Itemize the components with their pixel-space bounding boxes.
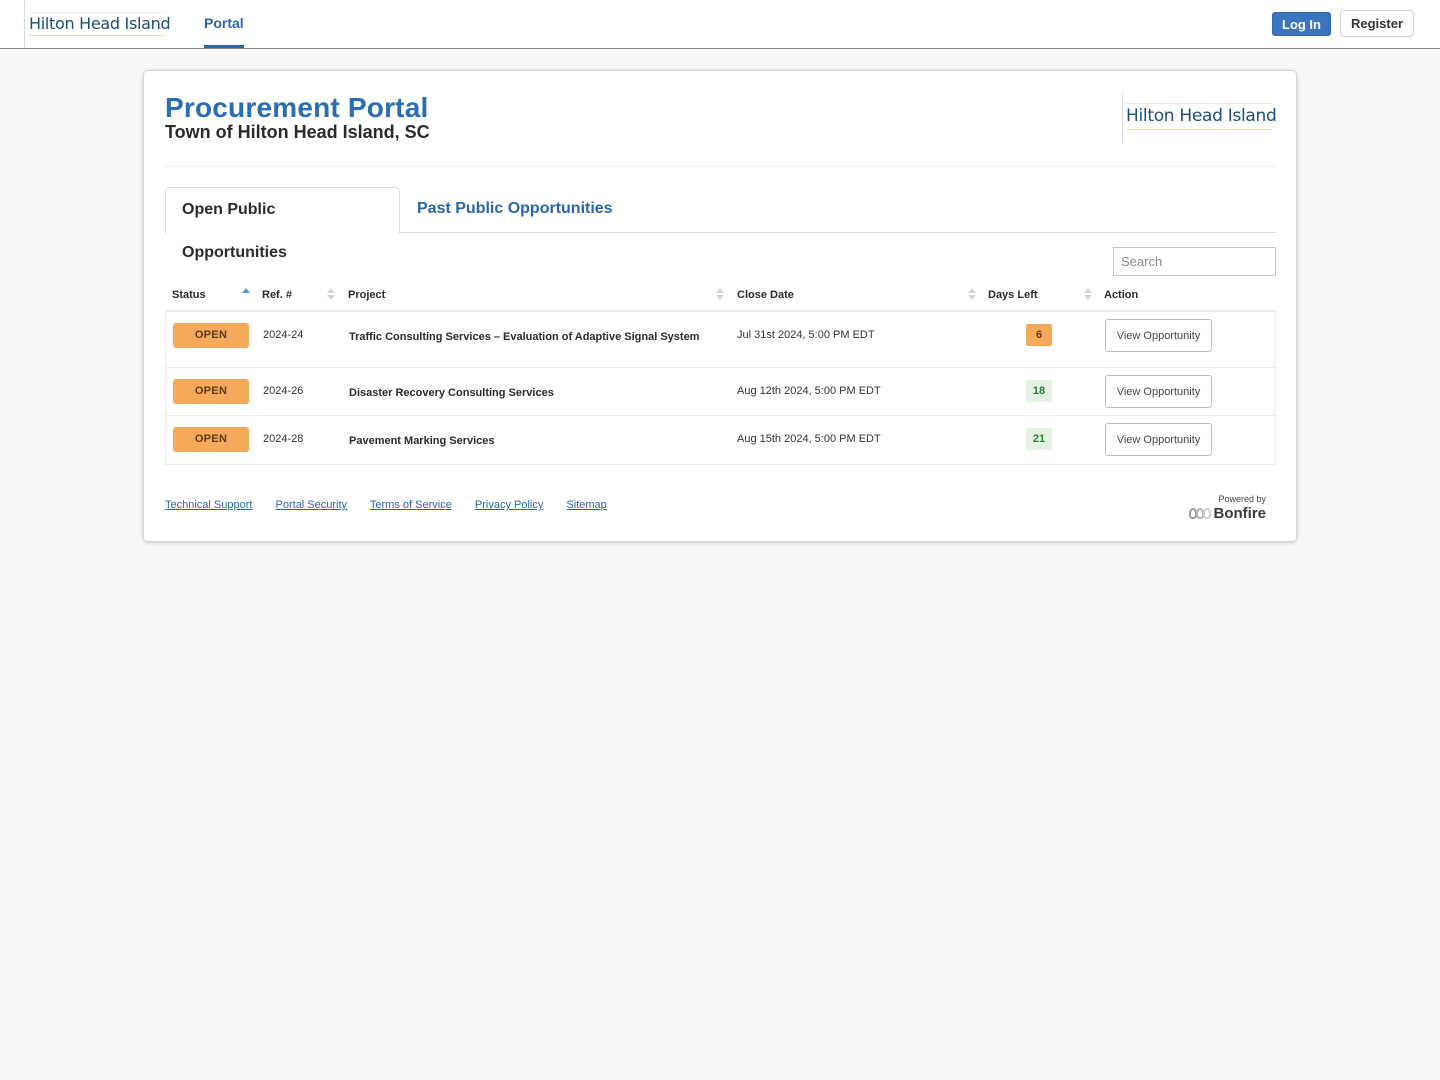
search-input[interactable] [1113, 247, 1276, 276]
hilton-head-island-logo: Hilton Head Island [29, 12, 171, 36]
top-navbar: Hilton Head Island Portal Log In Registe… [0, 0, 1440, 49]
tab-past-public-opportunities[interactable]: Past Public Opportunities [401, 187, 629, 233]
sort-icon[interactable] [1084, 288, 1092, 302]
ref-number: 2024-26 [263, 385, 304, 397]
footer-links: Technical Support Portal Security Terms … [165, 499, 627, 511]
page-title: Procurement Portal [165, 92, 429, 123]
project-name: Pavement Marking Services [349, 435, 495, 447]
header-divider [165, 166, 1275, 167]
column-header-action: Action [1104, 281, 1138, 310]
close-date: Aug 12th 2024, 5:00 PM EDT [737, 385, 881, 397]
page-subtitle: Town of Hilton Head Island, SC [165, 122, 430, 142]
footer-link-portal-security[interactable]: Portal Security [276, 499, 348, 511]
view-opportunity-button[interactable]: View Opportunity [1105, 423, 1212, 456]
days-left-badge: 6 [1026, 324, 1052, 346]
view-opportunity-button[interactable]: View Opportunity [1105, 319, 1212, 352]
opportunity-tabs: Open Public Opportunities Past Public Op… [165, 187, 1276, 261]
sort-icon[interactable] [716, 288, 724, 302]
table-row: OPEN 2024-28 Pavement Marking Services A… [166, 416, 1275, 464]
site-logo-link[interactable]: Hilton Head Island [24, 0, 171, 48]
table-header: Status Ref. # Project Close Date Days Le… [165, 281, 1276, 312]
powered-by-bonfire[interactable]: Powered by Bonfire [1188, 494, 1267, 522]
nav-portal-link[interactable]: Portal [204, 0, 244, 48]
status-badge: OPEN [173, 323, 249, 348]
column-label: Action [1104, 289, 1139, 301]
days-left-badge: 18 [1026, 380, 1052, 402]
column-label: Ref. # [262, 289, 292, 301]
footer-link-technical-support[interactable]: Technical Support [165, 499, 252, 511]
column-header-project[interactable]: Project [348, 281, 385, 310]
bonfire-brand-name: Bonfire [1213, 505, 1267, 522]
procurement-card: Procurement Portal Town of Hilton Head I… [143, 70, 1297, 542]
footer-link-privacy-policy[interactable]: Privacy Policy [475, 499, 543, 511]
table-row: OPEN 2024-26 Disaster Recovery Consultin… [166, 368, 1275, 416]
column-label: Close Date [737, 289, 794, 301]
hilton-head-island-logo: Hilton Head Island [1126, 103, 1277, 130]
column-header-status[interactable]: Status [172, 281, 206, 310]
column-header-close-date[interactable]: Close Date [737, 281, 794, 310]
table-row: OPEN 2024-24 Traffic Consulting Services… [166, 312, 1275, 368]
view-opportunity-button[interactable]: View Opportunity [1105, 375, 1212, 408]
footer-link-sitemap[interactable]: Sitemap [566, 499, 606, 511]
organization-logo: Hilton Head Island [1122, 93, 1277, 144]
column-label: Project [348, 289, 386, 301]
sort-icon[interactable] [968, 288, 976, 302]
column-label: Status [172, 289, 206, 301]
days-left-badge: 21 [1026, 428, 1052, 450]
bonfire-logo: Bonfire [1188, 505, 1267, 522]
column-header-ref[interactable]: Ref. # [262, 281, 292, 310]
project-name: Traffic Consulting Services – Evaluation… [349, 331, 700, 343]
bonfire-flame-icon [1188, 508, 1211, 519]
project-name: Disaster Recovery Consulting Services [349, 387, 554, 399]
column-header-days-left[interactable]: Days Left [988, 281, 1038, 310]
tab-open-public-opportunities[interactable]: Open Public Opportunities [165, 187, 400, 261]
ref-number: 2024-28 [263, 433, 304, 445]
sort-ascending-icon[interactable] [242, 288, 250, 302]
footer-link-terms-of-service[interactable]: Terms of Service [370, 499, 452, 511]
login-button[interactable]: Log In [1272, 12, 1331, 36]
status-badge: OPEN [173, 427, 249, 452]
table-body: OPEN 2024-24 Traffic Consulting Services… [165, 312, 1276, 465]
sort-icon[interactable] [327, 288, 335, 302]
powered-by-label: Powered by [1218, 494, 1266, 504]
column-label: Days Left [988, 289, 1038, 301]
close-date: Aug 15th 2024, 5:00 PM EDT [737, 433, 881, 445]
opportunities-table: Status Ref. # Project Close Date Days Le… [165, 281, 1276, 465]
close-date: Jul 31st 2024, 5:00 PM EDT [737, 329, 875, 341]
ref-number: 2024-24 [263, 329, 304, 341]
status-badge: OPEN [173, 379, 249, 404]
register-button[interactable]: Register [1340, 10, 1414, 37]
